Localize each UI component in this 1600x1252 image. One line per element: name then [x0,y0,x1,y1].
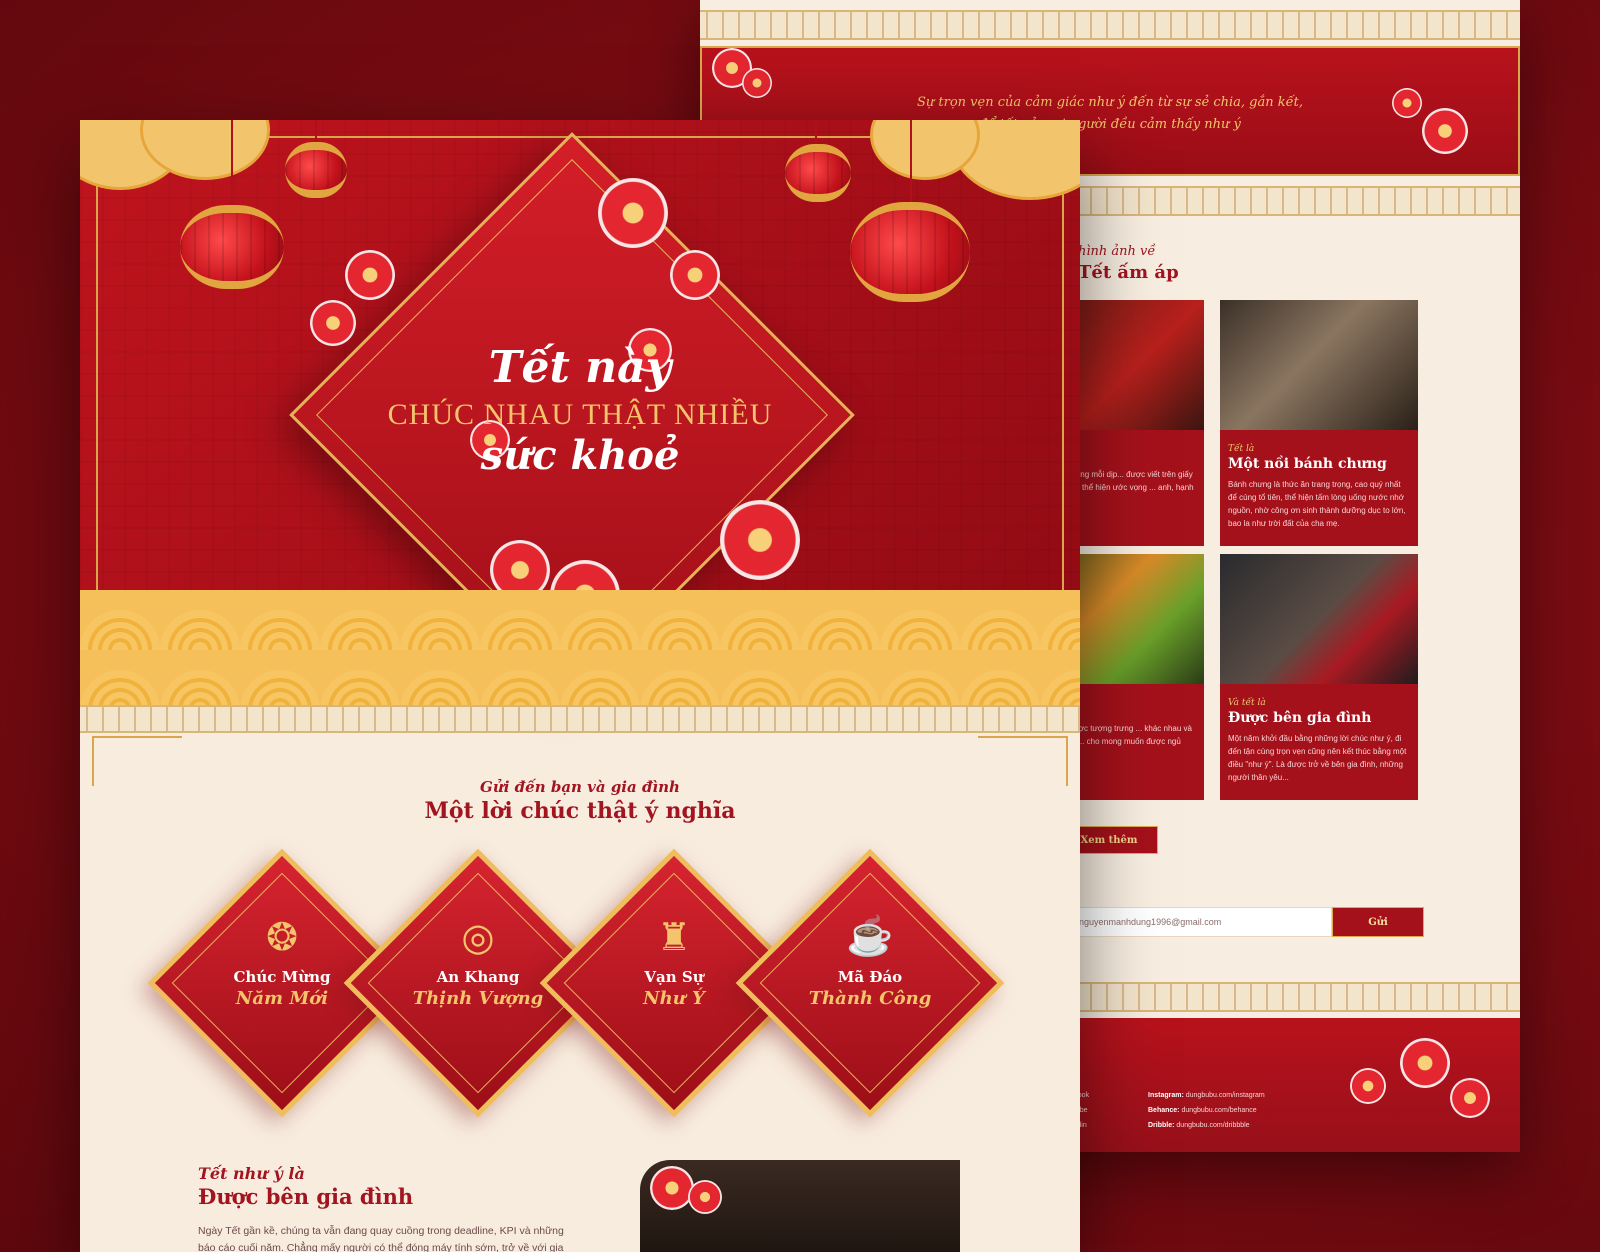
plum-blossom-icon [688,1180,722,1214]
plum-blossom-icon [650,1166,694,1210]
send-button[interactable]: Gửi [1332,907,1424,937]
lantern-icon [180,205,284,289]
gallery-card[interactable]: Và tết là Được bên gia đình Một năm khởi… [1220,554,1418,800]
card-kicker: Tết là [1228,444,1255,454]
wish-card[interactable]: Chúc Mừng Năm Mới [192,968,372,1009]
story-kicker: Tết như ý là [198,1164,305,1183]
social-links-right: Instagram: dungbubu.com/instagram Behanc… [1148,1088,1265,1133]
plum-blossom-icon [1350,1068,1386,1104]
social-link-dribbble[interactable]: Dribble: dungbubu.com/dribbble [1148,1118,1265,1133]
lantern-icon [285,142,347,198]
card-title: Được bên gia đình [1228,710,1372,726]
hero-line-1: Tết này [488,342,672,393]
social-link-behance[interactable]: Behance: dungbubu.com/behance [1148,1103,1265,1118]
gallery-kicker: hình ảnh về [1078,244,1156,259]
wish-line-2: Thành Công [808,988,932,1009]
wish-line-1: Vạn Sự [644,968,704,986]
card-photo [1220,300,1418,430]
card-photo [1220,554,1418,684]
story-title: Được bên gia đình [198,1184,414,1209]
quote-line-1: Sự trọn vẹn của cảm giác như ý đến từ sự… [917,95,1303,110]
plum-blossom-icon [310,300,356,346]
plum-blossom-icon [345,250,395,300]
wish-line-2: Năm Mới [235,988,329,1009]
gallery-title: Tết ấm áp [1078,262,1179,283]
plum-blossom-icon [670,250,720,300]
wish-line-1: Mã Đáo [837,968,903,986]
wishes-title: Một lời chúc thật ý nghĩa [424,798,736,824]
hero-line-3: sức khoẻ [480,432,680,479]
fret-border-top [700,10,1520,40]
email-input[interactable]: nguyenmanhdung1996@gmail.com [1072,907,1332,937]
card-description: Bánh chưng là thức ăn trang trọng, cao q… [1228,480,1406,528]
lantern-icon [785,144,851,202]
card-description: Một năm khởi đầu bằng những lời chúc như… [1228,734,1407,782]
card-title: Một nồi bánh chưng [1228,456,1387,472]
front-page-preview: Tết này CHÚC NHAU THẬT NHIỀU sức khoẻ Gử… [80,120,1080,1252]
wish-line-2: Như Ý [643,988,705,1009]
coins-icon: ◎ [461,917,495,959]
plum-blossom-icon [1450,1078,1490,1118]
wave-pattern [80,590,1080,710]
plum-blossom-icon [720,500,800,580]
lantern-string [231,120,233,210]
wish-card[interactable]: Vạn Sự Như Ý [584,968,764,1009]
lantern-icon [850,202,970,302]
plum-blossom-icon [598,178,668,248]
social-link-instagram[interactable]: Instagram: dungbubu.com/instagram [1148,1088,1265,1103]
card-kicker: Và tết là [1228,698,1266,708]
teapot-icon: ☕ [846,916,894,958]
lantern-icon: ♜ [656,917,692,959]
fret-border [80,705,1080,733]
lantern-string [815,120,817,145]
wish-line-1: An Khang [436,968,520,986]
gallery-card[interactable]: Tết là Một nồi bánh chưng Bánh chưng là … [1220,300,1418,546]
story-photo [640,1160,960,1252]
plum-blossom-icon [1400,1038,1450,1088]
wish-line-2: Thịnh Vượng [412,988,544,1009]
wish-line-1: Chúc Mừng [233,968,331,986]
hero-line-2: CHÚC NHAU THẬT NHIỀU [387,398,773,431]
wish-card[interactable]: An Khang Thịnh Vượng [388,968,568,1009]
longevity-icon: ❂ [266,917,298,959]
hero-banner: Tết này CHÚC NHAU THẬT NHIỀU sức khoẻ [80,120,1080,710]
story-body: Ngày Tết gần kề, chúng ta vẫn đang quay … [198,1225,564,1252]
wish-card[interactable]: Mã Đáo Thành Công [780,968,960,1009]
lantern-string [910,120,912,210]
wishes-kicker: Gửi đến bạn và gia đình [480,778,680,796]
